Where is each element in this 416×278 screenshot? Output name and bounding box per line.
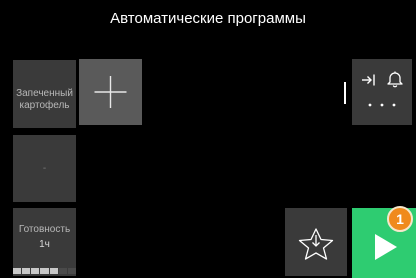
program-name-line1: Запеченный — [16, 88, 73, 99]
readiness-tile[interactable]: Готовность 1ч — [13, 208, 76, 276]
step-badge: 1 — [387, 206, 413, 232]
plus-icon — [94, 76, 127, 108]
progress-segment — [49, 268, 58, 274]
empty-slot-tile[interactable]: - — [13, 135, 76, 202]
divider — [344, 82, 346, 104]
add-program-button[interactable] — [79, 59, 142, 125]
program-name-line2: картофель — [19, 100, 70, 111]
bell-icon — [387, 71, 403, 88]
favorite-star-icon — [298, 228, 334, 260]
program-tile-baked-potato[interactable]: Запеченный картофель — [13, 60, 76, 128]
progress-segment — [40, 268, 49, 274]
send-to-icon — [362, 74, 375, 86]
readiness-value: 1ч — [39, 239, 50, 250]
empty-slot-label: - — [42, 162, 47, 174]
readiness-label: Готовность — [18, 224, 71, 235]
menu-tile[interactable] — [352, 59, 412, 125]
menu-icons — [362, 71, 403, 107]
add-to-favorites-button[interactable] — [285, 208, 347, 276]
progress-segment — [13, 268, 22, 274]
readiness-progress-bar — [13, 268, 76, 274]
progress-segment — [22, 268, 31, 274]
progress-segment — [67, 268, 76, 274]
page-title: Автоматические программы — [110, 10, 306, 27]
more-dots-icon — [368, 103, 396, 107]
progress-segment — [58, 268, 67, 274]
progress-segment — [31, 268, 40, 274]
